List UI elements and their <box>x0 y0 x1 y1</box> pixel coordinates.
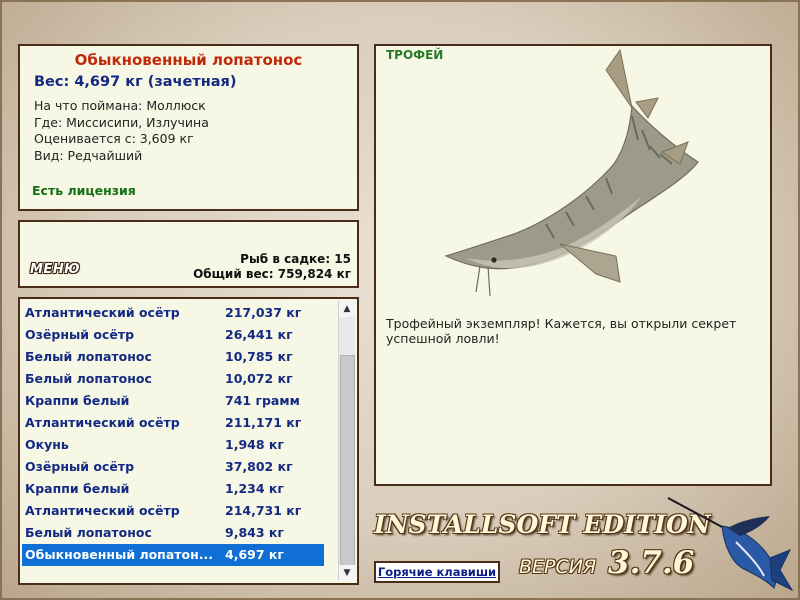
fish-weight-value: 10,785 кг <box>225 349 293 364</box>
arrow-up-icon[interactable]: ▲ <box>339 301 355 317</box>
list-item[interactable]: Атлантический осётр 214,731 кг <box>22 500 324 522</box>
fish-weight-value: 37,802 кг <box>225 459 293 474</box>
total-weight: Общий вес: 759,824 кг <box>193 266 351 281</box>
fish-weight-value: 10,072 кг <box>225 371 293 386</box>
license-status: Есть лицензия <box>32 183 136 198</box>
trophy-description: Трофейный экземпляр! Кажется, вы открыли… <box>386 316 737 346</box>
fish-weight-value: 4,697 кг <box>225 547 284 562</box>
fish-name: Окунь <box>25 437 69 452</box>
list-item[interactable]: Атлантический осётр 217,037 кг <box>22 302 324 324</box>
location: Где: Миссисипи, Излучина <box>34 114 209 130</box>
fish-weight-value: 9,843 кг <box>225 525 284 540</box>
fish-info-panel: Обыкновенный лопатонос Вес: 4,697 кг (за… <box>18 44 359 211</box>
fish-weight-value: 1,948 кг <box>225 437 284 452</box>
fish-weight-value: 741 грамм <box>225 393 300 408</box>
keepnet-stats: Рыб в садке: 15 Общий вес: 759,824 кг <box>193 252 351 281</box>
fish-weight-value: 217,037 кг <box>225 305 302 320</box>
fish-name: Белый лопатонос <box>25 371 152 386</box>
list-item[interactable]: Краппи белый 741 грамм <box>22 390 324 412</box>
list-item[interactable]: Атлантический осётр 211,171 кг <box>22 412 324 434</box>
scrollbar-thumb[interactable] <box>340 355 355 571</box>
sturgeon-icon <box>444 48 699 297</box>
list-item[interactable]: Озёрный осётр 37,802 кг <box>22 456 324 478</box>
catch-list-panel: Атлантический осётр 217,037 кг Озёрный осё… <box>18 297 359 585</box>
catch-list-scrollbar[interactable]: ▲ ▼ <box>338 301 355 581</box>
list-item[interactable]: Окунь 1,948 кг <box>22 434 324 456</box>
fish-count: Рыб в садке: 15 <box>240 252 351 266</box>
fish-weight-value: 214,731 кг <box>225 503 302 518</box>
list-item[interactable]: Озёрный осётр 26,441 кг <box>22 324 324 346</box>
fish-weight-value: 211,171 кг <box>225 415 302 430</box>
list-item[interactable]: Краппи белый 1,234 кг <box>22 478 324 500</box>
fish-name: Атлантический осётр <box>25 503 180 518</box>
fish-weight: Вес: 4,697 кг (зачетная) <box>34 74 237 90</box>
version-label: ВЕРСИЯ <box>519 556 597 578</box>
rarity: Вид: Редчайший <box>34 147 143 163</box>
fish-name: Озёрный осётр <box>25 459 135 474</box>
list-item[interactable]: Белый лопатонос 9,843 кг <box>22 522 324 544</box>
fish-name: Белый лопатонос <box>25 349 152 364</box>
list-item[interactable]: Обыкновенный лопатон... 4,697 кг <box>22 544 324 566</box>
keepnet-summary-panel: МЕНЮ Рыб в садке: 15 Общий вес: 759,824 … <box>18 220 359 288</box>
trophy-tag: ТРОФЕЙ <box>386 48 444 62</box>
edition-title: INSTALLSOFT EDITION <box>374 510 711 539</box>
fish-weight-value: 26,441 кг <box>225 327 293 342</box>
fish-name: Атлантический осётр <box>25 305 180 320</box>
fish-title: Обыкновенный лопатонос <box>74 51 303 69</box>
fish-name: Озёрный осётр <box>25 327 135 342</box>
trophy-panel: ТРОФЕЙ Трофейный экземпляр! Кажется, вы … <box>374 44 772 486</box>
caught-on: На что поймана: Моллюск <box>34 98 206 113</box>
fish-name: Краппи белый <box>25 481 130 496</box>
fish-name: Краппи белый <box>25 393 130 408</box>
catch-list: Атлантический осётр 217,037 кг Озёрный осё… <box>22 302 324 566</box>
fish-details: На что поймана: Моллюск Где: Миссисипи, … <box>34 98 357 164</box>
fish-weight-value: 1,234 кг <box>225 481 284 496</box>
arrow-down-icon[interactable]: ▼ <box>339 565 355 581</box>
marlin-icon <box>667 497 794 592</box>
hotkeys-link[interactable]: Горячие клавиши <box>374 561 500 583</box>
list-item[interactable]: Белый лопатонос 10,072 кг <box>22 368 324 390</box>
valued-from: Оценивается с: 3,609 кг <box>34 131 194 146</box>
fish-name: Белый лопатонос <box>25 525 152 540</box>
menu-button[interactable]: МЕНЮ <box>30 262 80 277</box>
fish-name: Обыкновенный лопатон... <box>25 547 213 562</box>
list-item[interactable]: Белый лопатонос 10,785 кг <box>22 346 324 368</box>
fish-name: Атлантический осётр <box>25 415 180 430</box>
